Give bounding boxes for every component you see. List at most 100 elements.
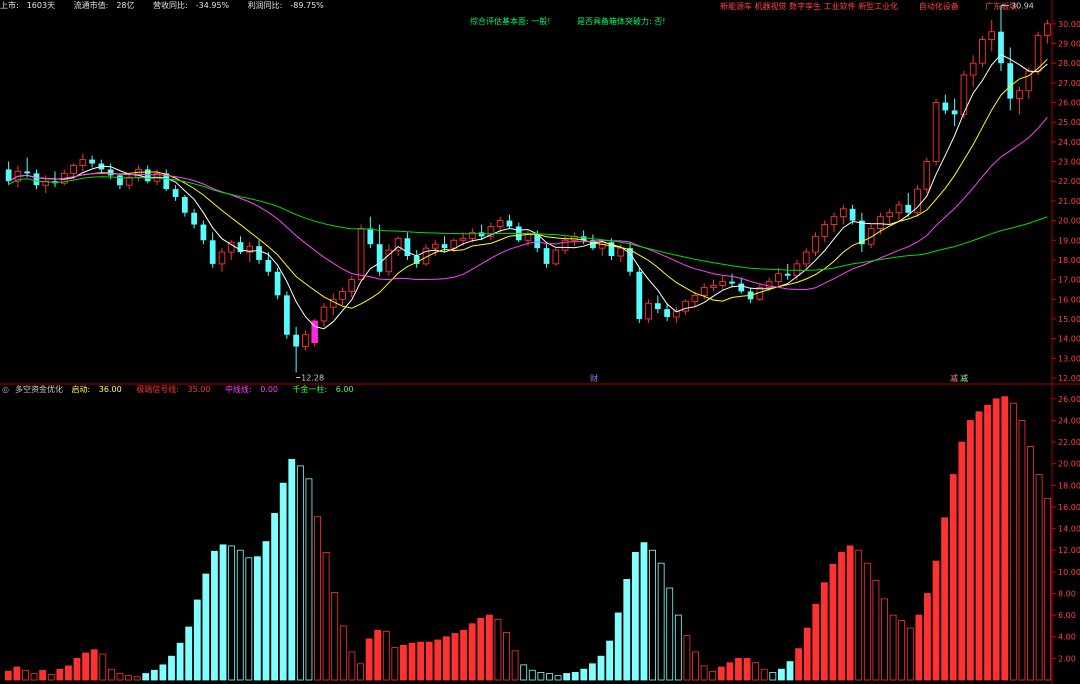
indicator-bar <box>906 627 914 681</box>
candle-body <box>191 212 197 225</box>
y-tick-label: 24.00 <box>1058 138 1080 147</box>
indicator-bar <box>640 542 648 681</box>
y-tick-label: 29.00 <box>1058 40 1080 49</box>
indicator-name[interactable]: 多空资金优化 <box>15 385 63 394</box>
indicator-bar <box>752 662 760 681</box>
indicator-bar <box>589 663 596 681</box>
indicator-bar <box>142 673 150 681</box>
candle-body <box>552 249 560 265</box>
indicator-bar <box>176 642 184 681</box>
y-tick-label: 22.00 <box>1058 438 1080 447</box>
candle-body <box>738 283 745 292</box>
indicator-bar <box>657 562 665 681</box>
indicator-bar <box>1001 396 1009 681</box>
candle-body <box>181 196 188 213</box>
indicator-bar <box>391 647 399 681</box>
indicator-bar <box>683 635 691 681</box>
candle-body <box>942 102 949 111</box>
indicator-bar <box>494 619 502 681</box>
indicator-bar <box>245 557 253 681</box>
y-tick-label: 18.00 <box>1058 481 1080 490</box>
indicator-bar <box>339 625 347 681</box>
indicator-bar <box>4 670 12 681</box>
indicator-bar <box>417 641 425 681</box>
y-tick-label: 25.00 <box>1058 118 1080 127</box>
sub-indicator-header: ◎ 多空资金优化 启动: 36.00 极端信号线: 35.00 中线线: 0.00… <box>2 385 366 395</box>
candle-body <box>729 281 735 284</box>
indicator-bar <box>442 636 450 681</box>
candle-body <box>932 102 940 163</box>
indicator-bar <box>374 629 382 681</box>
indicator-bar <box>305 478 313 681</box>
indicator-bar <box>863 562 871 681</box>
indicator-bar <box>1044 497 1052 681</box>
indicator-bar <box>528 669 536 681</box>
indicator-bar <box>898 620 906 681</box>
indicator-bar <box>580 668 588 681</box>
indicator-bar <box>820 582 828 681</box>
indicator-bar <box>846 545 854 681</box>
indicator-bar <box>769 672 777 681</box>
indicator-bar <box>992 398 1000 681</box>
candle-body <box>830 216 838 225</box>
candle-body <box>1016 90 1023 100</box>
candle-body <box>979 39 986 64</box>
candle-body <box>107 169 114 176</box>
y-tick-label: 20.00 <box>1058 460 1080 469</box>
indicator-bar <box>674 614 682 681</box>
indicator-bar <box>116 673 124 681</box>
candle-body <box>302 334 309 347</box>
event-marker: 财 <box>590 373 598 383</box>
candle-body <box>840 208 847 218</box>
y-tick-label: 2.00 <box>1058 654 1076 663</box>
indicator-dot-icon[interactable]: ◎ <box>2 385 9 394</box>
y-tick-label: 19.00 <box>1058 236 1080 245</box>
y-tick-label: 12.00 <box>1058 546 1080 555</box>
indicator-bar <box>22 669 29 681</box>
candle-body <box>895 204 903 214</box>
candle-body <box>923 161 931 190</box>
indicator-bar <box>966 420 974 681</box>
kline-chart[interactable]: 30.00 29.00 28.00 27.00 26.00 25.00 24.00 23.00… <box>0 0 1080 684</box>
y-tick-label: 22.00 <box>1058 177 1080 186</box>
indicator-bar <box>932 560 940 681</box>
indicator-bar <box>503 632 510 681</box>
y-tick-label: 30.00 <box>1058 20 1080 29</box>
y-tick-label: 17.00 <box>1058 276 1080 285</box>
indicator-bar <box>717 666 725 681</box>
y-tick-label: 13.00 <box>1058 354 1080 363</box>
indicator-bar <box>537 672 545 681</box>
indicator-bar <box>915 614 923 681</box>
candle-body <box>256 246 262 260</box>
indicator-bar <box>219 544 227 681</box>
y-tick-label: 14.00 <box>1058 335 1080 344</box>
candle-body <box>998 31 1004 64</box>
indicator-bar <box>812 603 820 681</box>
candle-body <box>117 175 123 186</box>
indicator-bar <box>477 617 485 681</box>
indicator-bar <box>82 652 90 681</box>
indicator-bar <box>288 458 296 681</box>
candle-body <box>636 271 643 319</box>
indicator-bar <box>451 633 459 681</box>
candle-body <box>24 171 31 174</box>
candle-body <box>951 110 958 115</box>
indicator-bar <box>262 541 270 681</box>
indicator-bar <box>168 655 175 681</box>
y-tick-label: 4.00 <box>1058 633 1076 642</box>
candle-body <box>496 220 504 227</box>
event-marker: 减 <box>950 373 958 383</box>
candle-body <box>70 165 77 174</box>
indicator-bar <box>47 674 55 681</box>
indicator-bar <box>511 650 519 681</box>
candle-body <box>849 208 856 221</box>
indicator-bar <box>90 649 98 681</box>
indicator-bar <box>30 673 38 681</box>
indicator-bar <box>795 648 802 681</box>
y-tick-label: 24.00 <box>1058 416 1080 425</box>
candle-body <box>988 31 996 41</box>
indicator-bar <box>56 668 64 681</box>
indicator-bar <box>1035 474 1043 681</box>
indicator-bar <box>400 644 407 681</box>
indicator-bar <box>786 661 794 681</box>
